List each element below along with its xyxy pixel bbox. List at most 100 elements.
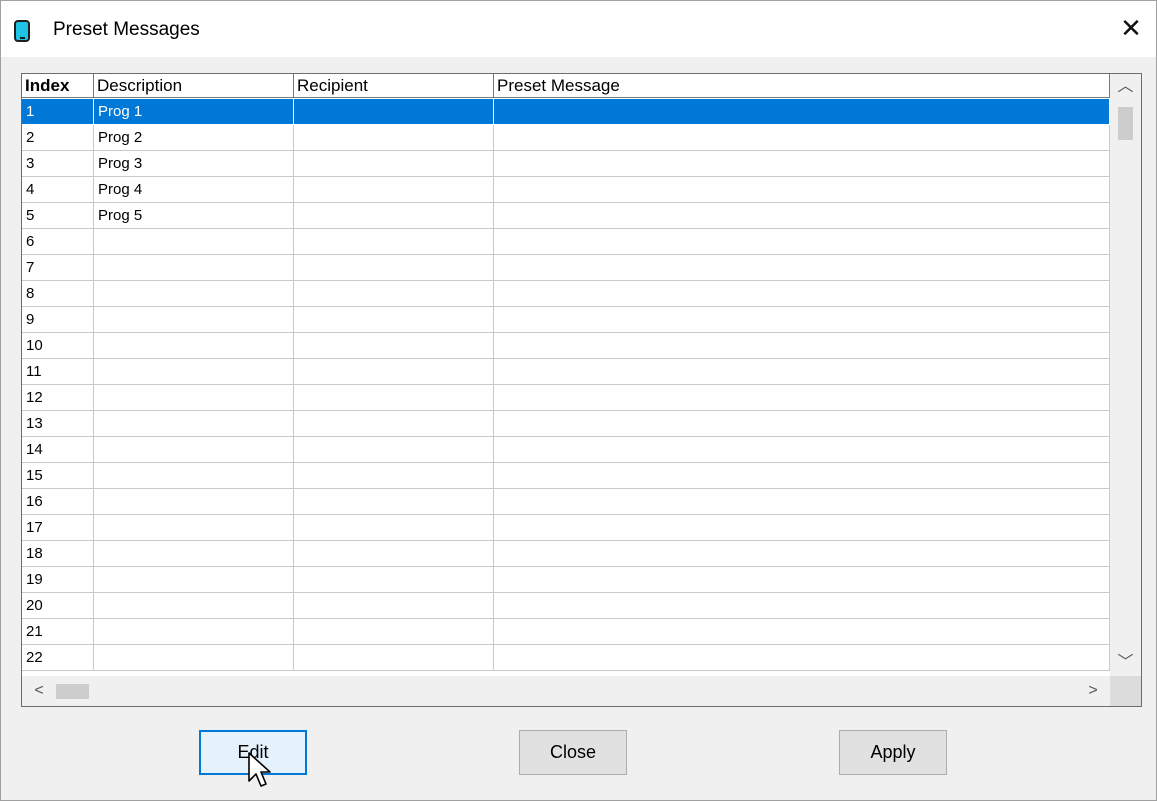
horizontal-scrollbar[interactable]: < > [22, 676, 1110, 706]
grid-cell-description[interactable] [94, 229, 294, 255]
table-row[interactable]: 16 [22, 489, 1110, 515]
grid-cell-preset-message[interactable] [494, 359, 1110, 385]
grid-cell-recipient[interactable] [294, 281, 494, 307]
grid-cell-preset-message[interactable] [494, 177, 1110, 203]
grid-cell-description[interactable] [94, 515, 294, 541]
grid-cell-recipient[interactable] [294, 593, 494, 619]
grid-cell-index[interactable]: 6 [22, 229, 94, 255]
scroll-right-icon[interactable]: > [1080, 676, 1106, 706]
grid-cell-index[interactable]: 11 [22, 359, 94, 385]
grid-cell-description[interactable] [94, 437, 294, 463]
grid-cell-description[interactable] [94, 281, 294, 307]
grid-cell-recipient[interactable] [294, 463, 494, 489]
grid-cell-recipient[interactable] [294, 125, 494, 151]
grid-cell-preset-message[interactable] [494, 229, 1110, 255]
grid-cell-index[interactable]: 12 [22, 385, 94, 411]
grid-cell-preset-message[interactable] [494, 307, 1110, 333]
grid-cell-description[interactable] [94, 489, 294, 515]
grid-cell-description[interactable] [94, 567, 294, 593]
grid-cell-index[interactable]: 8 [22, 281, 94, 307]
grid-cell-description[interactable] [94, 541, 294, 567]
table-row[interactable]: 11 [22, 359, 1110, 385]
table-row[interactable]: 9 [22, 307, 1110, 333]
grid-cell-description[interactable] [94, 463, 294, 489]
table-row[interactable]: 20 [22, 593, 1110, 619]
title-bar[interactable]: Preset Messages ✕ [1, 1, 1156, 57]
grid-cell-index[interactable]: 15 [22, 463, 94, 489]
grid-cell-index[interactable]: 7 [22, 255, 94, 281]
close-icon[interactable]: ✕ [1120, 15, 1142, 41]
grid-cell-description[interactable] [94, 307, 294, 333]
grid-cell-recipient[interactable] [294, 619, 494, 645]
grid-cell-preset-message[interactable] [494, 437, 1110, 463]
grid-cell-recipient[interactable] [294, 541, 494, 567]
grid-cell-preset-message[interactable] [494, 125, 1110, 151]
grid-cell-description[interactable] [94, 645, 294, 671]
grid-cell-recipient[interactable] [294, 307, 494, 333]
scroll-left-icon[interactable]: < [26, 676, 52, 706]
scroll-up-icon[interactable]: ︿ [1110, 74, 1141, 100]
table-row[interactable]: 6 [22, 229, 1110, 255]
close-button[interactable]: Close [519, 730, 627, 775]
table-row[interactable]: 7 [22, 255, 1110, 281]
grid-cell-description[interactable]: Prog 5 [94, 203, 294, 229]
grid-cell-index[interactable]: 14 [22, 437, 94, 463]
table-row[interactable]: 5 Prog 5 [22, 203, 1110, 229]
grid-cell-index[interactable]: 21 [22, 619, 94, 645]
grid-cell-index[interactable]: 10 [22, 333, 94, 359]
grid-cell-preset-message[interactable] [494, 515, 1110, 541]
grid-cell-recipient[interactable] [294, 177, 494, 203]
grid-cell-index[interactable]: 22 [22, 645, 94, 671]
column-header-recipient[interactable]: Recipient [294, 74, 494, 98]
grid-cell-preset-message[interactable] [494, 463, 1110, 489]
grid-cell-recipient[interactable] [294, 229, 494, 255]
grid-cell-index[interactable]: 20 [22, 593, 94, 619]
grid-cell-description[interactable] [94, 411, 294, 437]
grid-cell-recipient[interactable] [294, 333, 494, 359]
grid-cell-recipient[interactable] [294, 489, 494, 515]
grid-cell-recipient[interactable] [294, 437, 494, 463]
grid-cell-description[interactable]: Prog 1 [94, 99, 294, 125]
grid-cell-preset-message[interactable] [494, 385, 1110, 411]
grid-cell-preset-message[interactable] [494, 541, 1110, 567]
grid-cell-description[interactable]: Prog 2 [94, 125, 294, 151]
grid-cell-description[interactable] [94, 359, 294, 385]
horizontal-scroll-thumb[interactable] [56, 684, 89, 699]
table-row[interactable]: 3 Prog 3 [22, 151, 1110, 177]
scroll-down-icon[interactable]: ﹀ [1110, 650, 1141, 676]
grid-cell-index[interactable]: 5 [22, 203, 94, 229]
table-row[interactable]: 2 Prog 2 [22, 125, 1110, 151]
grid-cell-description[interactable]: Prog 4 [94, 177, 294, 203]
table-row[interactable]: 19 [22, 567, 1110, 593]
table-row[interactable]: 13 [22, 411, 1110, 437]
table-row[interactable]: 18 [22, 541, 1110, 567]
grid-cell-preset-message[interactable] [494, 567, 1110, 593]
grid-cell-recipient[interactable] [294, 99, 494, 125]
grid-cell-preset-message[interactable] [494, 645, 1110, 671]
grid-cell-description[interactable] [94, 385, 294, 411]
grid-cell-description[interactable] [94, 333, 294, 359]
vertical-scroll-thumb[interactable] [1118, 107, 1133, 140]
grid-cell-preset-message[interactable] [494, 203, 1110, 229]
table-row[interactable]: 12 [22, 385, 1110, 411]
apply-button[interactable]: Apply [839, 730, 947, 775]
grid-cell-recipient[interactable] [294, 203, 494, 229]
grid-cell-index[interactable]: 16 [22, 489, 94, 515]
grid-cell-preset-message[interactable] [494, 281, 1110, 307]
preset-messages-grid[interactable]: Index Description Recipient Preset Messa… [21, 73, 1142, 707]
column-header-description[interactable]: Description [94, 74, 294, 98]
table-row[interactable]: 17 [22, 515, 1110, 541]
grid-cell-description[interactable] [94, 593, 294, 619]
table-row[interactable]: 14 [22, 437, 1110, 463]
grid-cell-recipient[interactable] [294, 411, 494, 437]
table-row[interactable]: 1 Prog 1 [22, 99, 1110, 125]
table-row[interactable]: 8 [22, 281, 1110, 307]
grid-cell-index[interactable]: 3 [22, 151, 94, 177]
table-row[interactable]: 22 [22, 645, 1110, 671]
grid-cell-recipient[interactable] [294, 567, 494, 593]
grid-cell-preset-message[interactable] [494, 255, 1110, 281]
grid-cell-index[interactable]: 13 [22, 411, 94, 437]
grid-cell-preset-message[interactable] [494, 489, 1110, 515]
table-row[interactable]: 4 Prog 4 [22, 177, 1110, 203]
grid-cell-index[interactable]: 1 [22, 99, 94, 125]
